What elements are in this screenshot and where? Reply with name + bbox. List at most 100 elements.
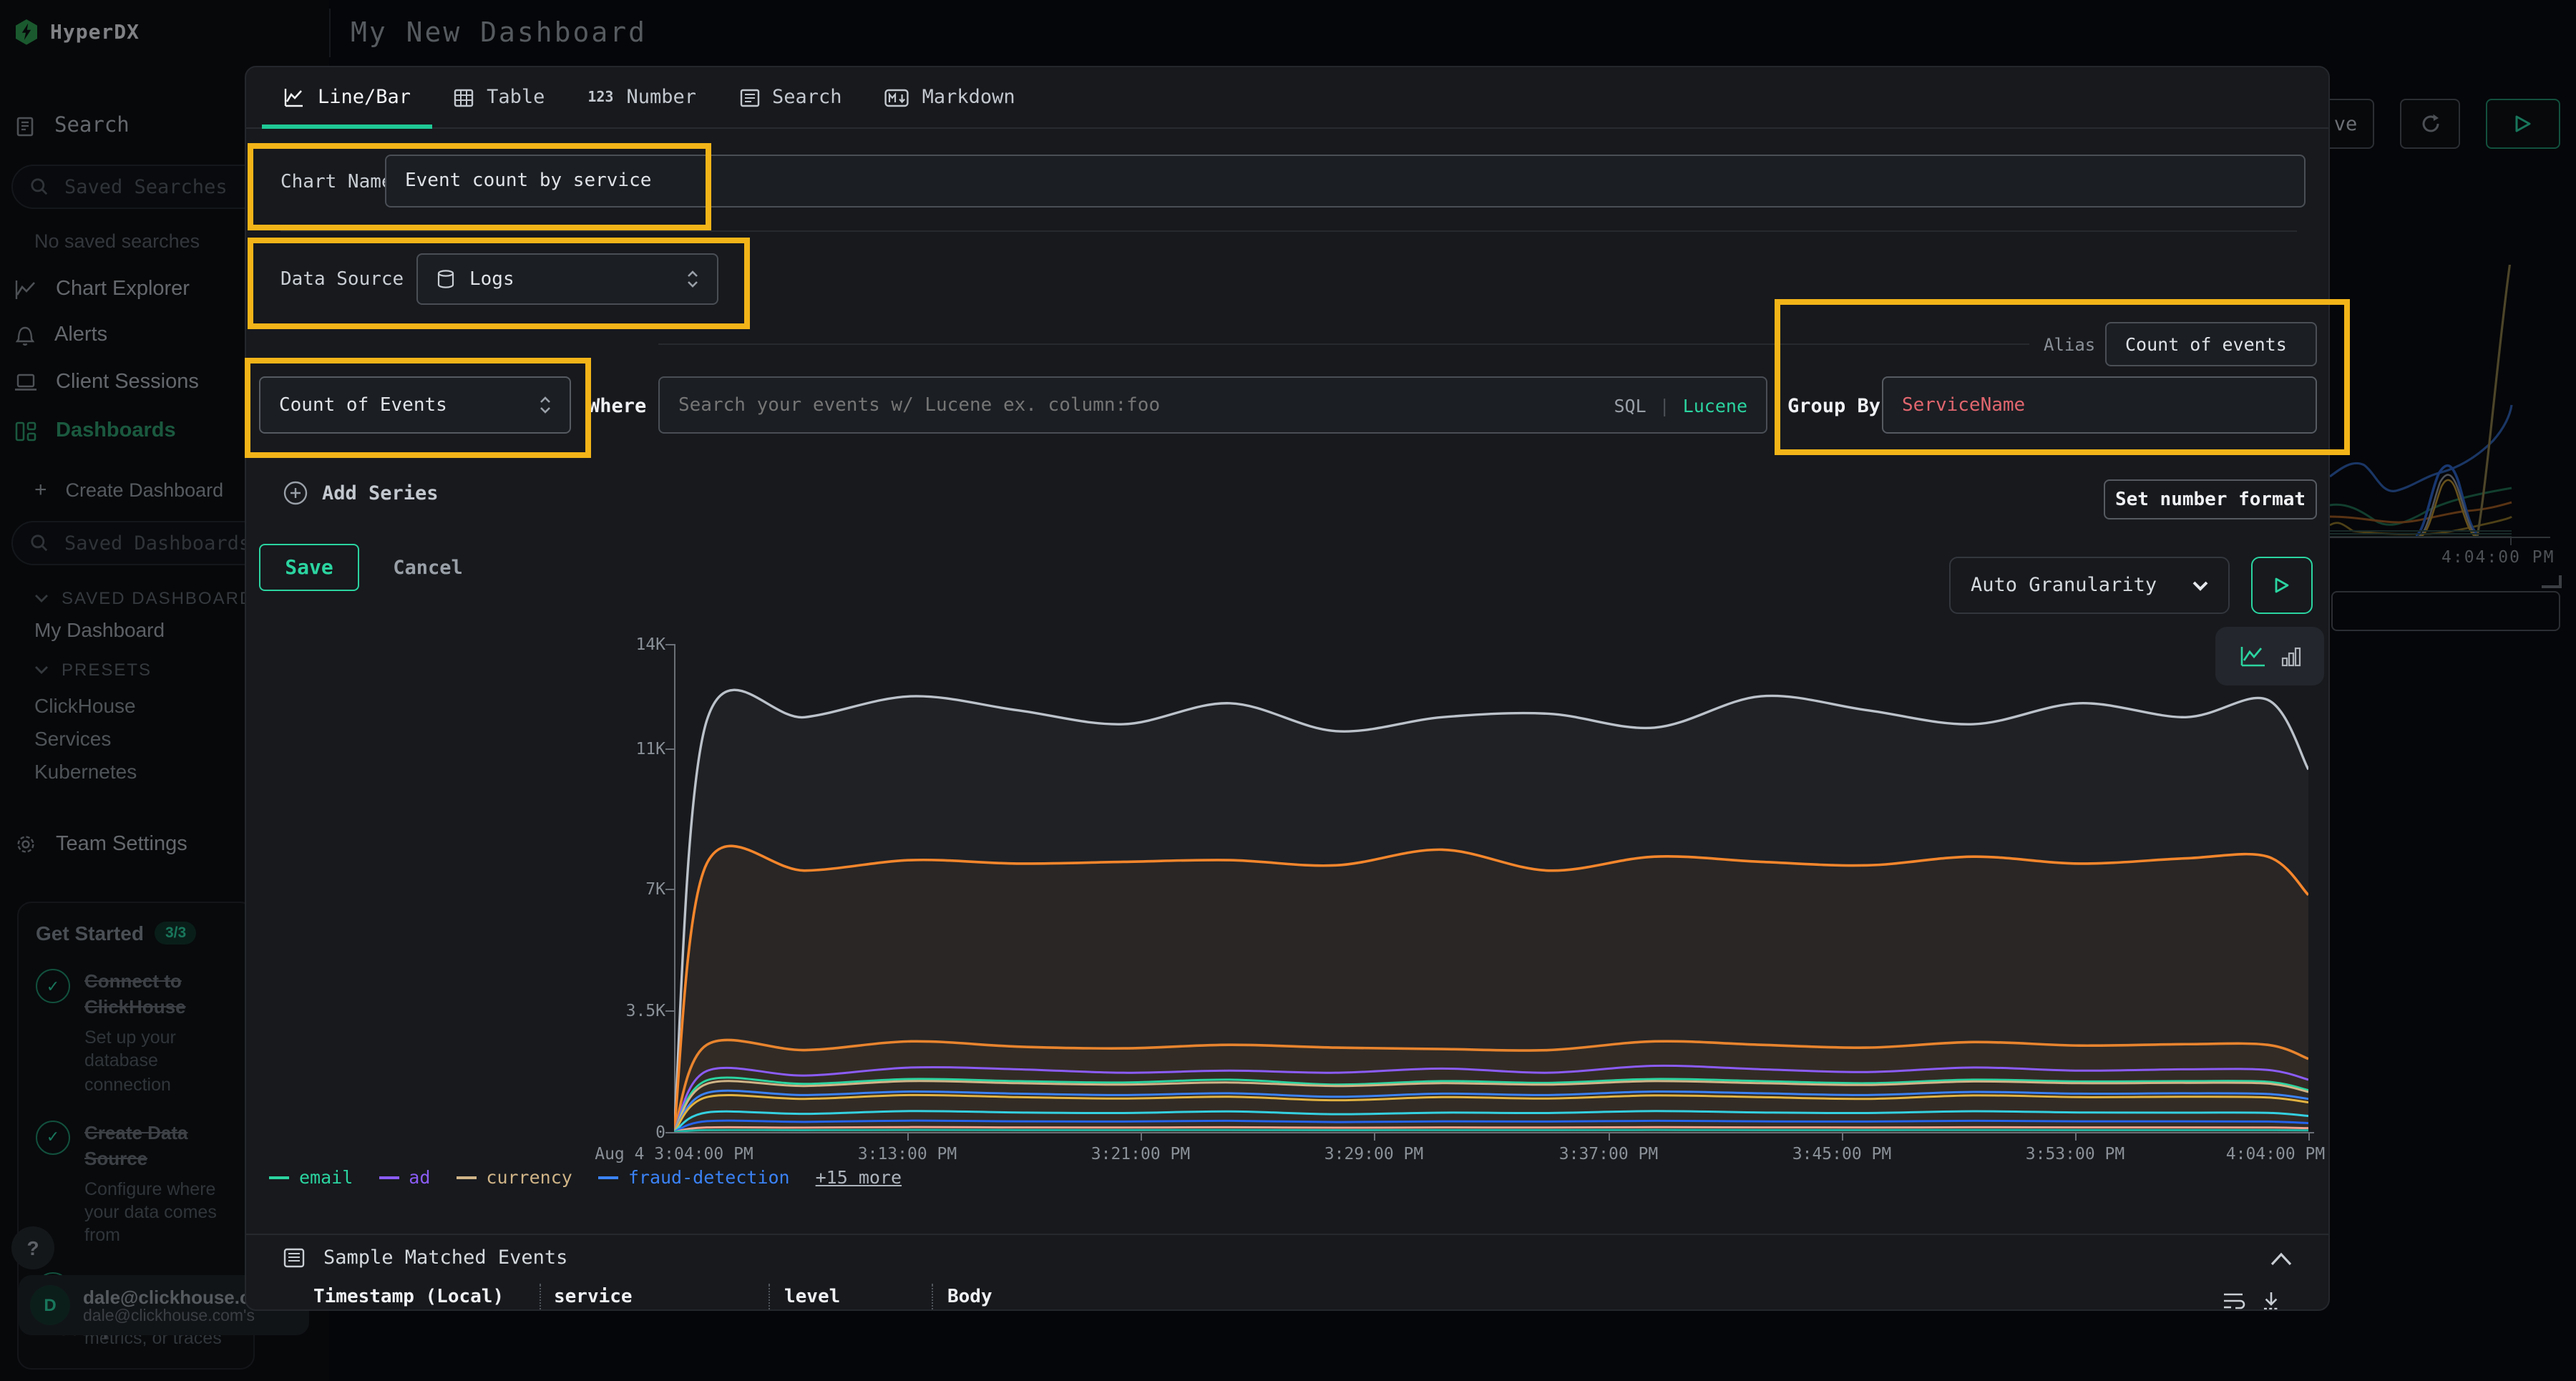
plus-circle-icon	[283, 481, 308, 505]
help-button[interactable]: ?	[11, 1226, 54, 1269]
granularity-value: Auto Granularity	[1971, 574, 2157, 597]
y-tick-label: 11K	[604, 738, 665, 758]
tab-number[interactable]: 123 Number	[566, 67, 718, 127]
saved-dashboards-field[interactable]	[62, 530, 268, 556]
get-started-badge: 3/3	[155, 922, 196, 945]
bg-empty-panel	[2331, 591, 2560, 631]
get-started-step[interactable]: ✓ Create Data Source Configure where you…	[36, 1121, 236, 1248]
cancel-label: Cancel	[393, 556, 463, 579]
chart-name-input[interactable]	[385, 155, 2306, 208]
get-started-step[interactable]: ✓ Connect to ClickHouse Set up your data…	[36, 969, 236, 1096]
sidebar-item-label: Client Sessions	[56, 371, 199, 394]
set-number-format-button[interactable]: Set number format	[2104, 479, 2317, 519]
add-series-button[interactable]: Add Series	[283, 481, 439, 505]
x-tick-label: 3:45:00 PM	[1792, 1143, 1892, 1163]
sidebar-item-client-sessions[interactable]: Client Sessions	[14, 371, 199, 394]
column-header-service[interactable]: service	[554, 1287, 633, 1308]
chevron-down-icon	[2192, 580, 2208, 590]
column-separator[interactable]	[932, 1284, 933, 1311]
query-language-toggle[interactable]: SQL | Lucene	[1614, 395, 1747, 416]
avatar: D	[30, 1285, 70, 1325]
sidebar-item-kubernetes[interactable]: Kubernetes	[34, 760, 137, 783]
sidebar-item-search[interactable]: Search	[14, 114, 130, 137]
no-saved-searches-text: No saved searches	[34, 230, 200, 252]
tab-label: Number	[626, 86, 696, 109]
sidebar-item-label: Alerts	[54, 323, 107, 346]
bg-refresh-button[interactable]	[2400, 99, 2460, 149]
sample-events-header[interactable]: Sample Matched Events	[283, 1246, 567, 1269]
data-source-value: Logs	[469, 268, 514, 290]
collapse-chevron-up-icon[interactable]	[2270, 1252, 2293, 1267]
granularity-select[interactable]: Auto Granularity	[1949, 557, 2230, 614]
column-separator[interactable]	[769, 1284, 770, 1311]
sidebar-item-chart-explorer[interactable]: Chart Explorer	[14, 278, 190, 301]
where-input[interactable]	[658, 376, 1767, 434]
sidebar-item-services[interactable]: Services	[34, 727, 111, 750]
editor-tabs: Line/Bar Table 123 Number Search	[246, 67, 2328, 129]
bg-mini-chart-axis	[2330, 537, 2550, 538]
main-chart[interactable]	[674, 644, 2308, 1132]
x-tick-label: 3:29:00 PM	[1324, 1143, 1424, 1163]
chevron-down-icon	[34, 665, 49, 674]
column-header-timestamp[interactable]: Timestamp (Local)	[313, 1287, 504, 1308]
saved-searches-field[interactable]	[62, 174, 268, 200]
group-by-input[interactable]	[1882, 376, 2317, 434]
database-icon	[436, 269, 455, 289]
sidebar-item-label: Chart Explorer	[56, 278, 190, 301]
chart-legend: email ad currency fraud-detection +15 mo…	[269, 1166, 902, 1188]
x-tick-label: Aug 4 3:04:00 PM	[595, 1143, 753, 1163]
sidebar-item-dashboards[interactable]: Dashboards	[14, 419, 176, 442]
create-dashboard-button[interactable]: + Create Dashboard	[34, 478, 223, 502]
aggregation-select[interactable]: Count of Events	[259, 376, 571, 434]
x-tick-label: 3:53:00 PM	[2026, 1143, 2125, 1163]
save-button[interactable]: Save	[259, 544, 359, 591]
x-tick-label: 4:04:00 PM	[2226, 1143, 2326, 1163]
panel-resize-handle[interactable]	[2542, 575, 2562, 588]
sidebar-item-clickhouse[interactable]: ClickHouse	[34, 694, 136, 717]
bg-run-button[interactable]	[2486, 99, 2560, 149]
chevron-up-down-icon	[540, 396, 551, 414]
chart-x-axis	[674, 1132, 2314, 1133]
step-desc: Configure where your data comes from	[84, 1178, 236, 1248]
bg-mini-chart-tick	[2510, 538, 2512, 545]
wrap-text-icon[interactable]	[2223, 1291, 2245, 1311]
column-header-level[interactable]: level	[784, 1287, 840, 1308]
set-number-format-label: Set number format	[2115, 489, 2306, 510]
legend-label: ad	[409, 1166, 430, 1188]
sidebar-item-my-dashboard[interactable]: My Dashboard	[34, 618, 165, 641]
legend-item[interactable]: ad	[379, 1166, 430, 1188]
sidebar-item-alerts[interactable]: Alerts	[14, 323, 107, 346]
cancel-button[interactable]: Cancel	[382, 544, 474, 591]
tab-line-bar[interactable]: Line/Bar	[262, 67, 432, 127]
column-header-body[interactable]: Body	[947, 1287, 992, 1308]
legend-item[interactable]: email	[269, 1166, 353, 1188]
lucene-option[interactable]: Lucene	[1683, 395, 1747, 416]
where-label: Where	[588, 395, 646, 418]
tab-markdown[interactable]: Markdown	[864, 67, 1037, 127]
download-icon[interactable]	[2261, 1291, 2281, 1311]
legend-item[interactable]: currency	[456, 1166, 572, 1188]
run-query-button[interactable]	[2251, 557, 2313, 614]
legend-label: fraud-detection	[628, 1166, 790, 1188]
check-circle-icon: ✓	[36, 969, 70, 1003]
alias-label: Alias	[2044, 335, 2095, 355]
sql-option[interactable]: SQL	[1614, 395, 1646, 416]
sidebar-item-label: Search	[54, 114, 130, 137]
screen: HyperDX Search No saved searches	[0, 0, 2576, 1381]
column-separator[interactable]	[540, 1284, 541, 1311]
search-doc-icon	[14, 115, 36, 137]
tab-search[interactable]: Search	[718, 67, 864, 127]
alias-input[interactable]	[2105, 322, 2317, 366]
legend-more-link[interactable]: +15 more	[816, 1166, 902, 1188]
search-icon	[30, 177, 49, 196]
legend-swatch	[379, 1176, 399, 1179]
data-source-select[interactable]: Logs	[416, 253, 718, 305]
saved-dashboards-section[interactable]: SAVED DASHBOARDS	[34, 588, 266, 608]
tab-label: Search	[772, 86, 842, 109]
legend-item[interactable]: fraud-detection	[598, 1166, 790, 1188]
tab-table[interactable]: Table	[432, 67, 566, 127]
presets-section[interactable]: PRESETS	[34, 660, 152, 680]
brand-logo[interactable]: HyperDX	[14, 19, 140, 46]
sidebar-item-team-settings[interactable]: Team Settings	[14, 833, 187, 856]
tab-label: Table	[487, 86, 545, 109]
